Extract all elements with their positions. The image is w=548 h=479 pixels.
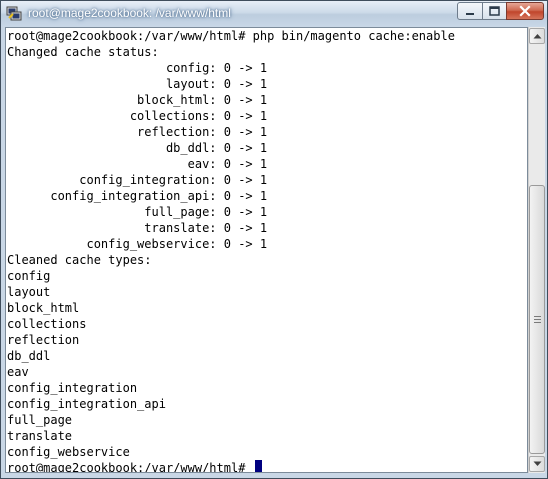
terminal-line: config_webservice [7,445,130,459]
terminal-window: root@mage2cookbook: /var/www/html root@m… [0,0,548,479]
terminal-line: layout: 0 -> 1 [7,77,268,91]
title-bar[interactable]: root@mage2cookbook: /var/www/html [1,1,547,26]
terminal-line: collections: 0 -> 1 [7,109,268,123]
terminal-line: reflection: 0 -> 1 [7,125,268,139]
terminal-line: config_integration_api: 0 -> 1 [7,189,268,203]
terminal-line: block_html [7,301,80,315]
scroll-down-button[interactable] [529,456,545,472]
scroll-thumb[interactable] [529,185,545,454]
terminal-line: config_webservice: 0 -> 1 [7,237,268,251]
vertical-scrollbar[interactable] [528,27,545,473]
grip-icon [534,316,541,323]
terminal-line: layout [7,285,51,299]
terminal-line: root@mage2cookbook:/var/www/html# php bi… [7,29,455,43]
terminal-line: translate: 0 -> 1 [7,221,268,235]
terminal-line: full_page: 0 -> 1 [7,205,268,219]
terminal-line: config: 0 -> 1 [7,61,268,75]
scroll-up-button[interactable] [529,28,545,44]
minimize-button[interactable] [457,2,483,20]
terminal-line: eav: 0 -> 1 [7,157,268,171]
terminal-line: Cleaned cache types: [7,253,152,267]
terminal-line: db_ddl [7,349,51,363]
terminal-line: Changed cache status: [7,45,159,59]
terminal-line: config [7,269,51,283]
terminal-line: block_html: 0 -> 1 [7,93,268,107]
terminal-line: reflection [7,333,80,347]
maximize-icon [489,6,500,16]
close-button[interactable] [506,2,544,20]
close-icon [519,5,531,17]
terminal-line: translate [7,429,73,443]
terminal-line: full_page [7,413,73,427]
terminal-line: collections [7,317,87,331]
prompt-line: root@mage2cookbook:/var/www/html# [7,460,455,473]
minimize-icon [466,13,474,15]
arrow-down-icon [533,461,542,466]
shell-prompt: root@mage2cookbook:/var/www/html# [7,461,253,473]
terminal-line: db_ddl: 0 -> 1 [7,141,268,155]
terminal-line: config_integration [7,381,138,395]
maximize-button[interactable] [482,2,507,20]
terminal-line: config_integration_api [7,397,166,411]
window-title: root@mage2cookbook: /var/www/html [28,6,231,20]
arrow-up-icon [533,34,542,39]
text-cursor [254,460,262,472]
putty-icon[interactable] [6,5,22,21]
terminal-line: eav [7,365,29,379]
terminal-text: root@mage2cookbook:/var/www/html# php bi… [7,28,455,473]
terminal-output[interactable]: root@mage2cookbook:/var/www/html# php bi… [5,27,528,473]
terminal-line: config_integration: 0 -> 1 [7,173,268,187]
